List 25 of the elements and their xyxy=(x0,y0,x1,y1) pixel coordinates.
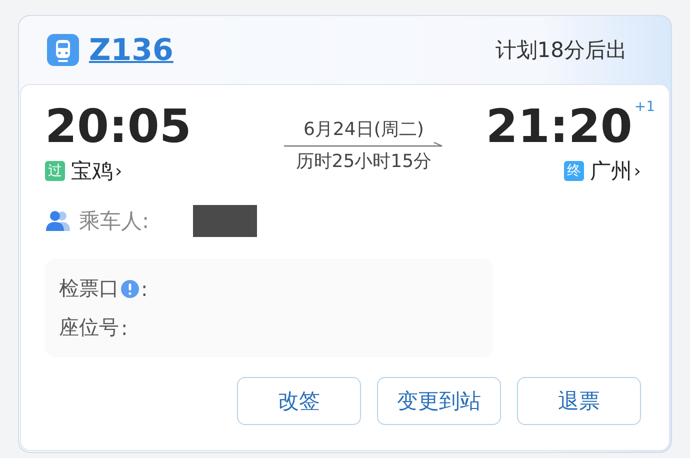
chevron-icon[interactable]: › xyxy=(634,160,641,182)
departure-time: 20:05 xyxy=(45,99,192,153)
redaction-block xyxy=(193,205,257,237)
travel-duration: 历时25小时15分 xyxy=(296,150,432,173)
passenger-label: 乘车人: xyxy=(79,208,150,235)
info-icon[interactable] xyxy=(121,280,139,298)
arrival-time: 21:20 xyxy=(486,99,632,153)
detail-label: 座位号 xyxy=(59,314,119,341)
travel-date: 6月24日(周二) xyxy=(303,118,424,141)
detail-label: 检票口 xyxy=(59,275,119,302)
action-button[interactable]: 变更到站 xyxy=(377,377,501,425)
station-tag: 过 xyxy=(45,161,65,181)
arrival-station[interactable]: 广州 xyxy=(590,157,632,185)
train-icon xyxy=(47,34,79,66)
departure-countdown: 计划18分后出 xyxy=(495,37,627,64)
day-offset: +1 xyxy=(634,99,655,115)
action-button[interactable]: 改签 xyxy=(237,377,361,425)
colon: : xyxy=(121,316,128,340)
action-button[interactable]: 退票 xyxy=(517,377,641,425)
departure-station[interactable]: 宝鸡 xyxy=(71,157,113,185)
chevron-icon[interactable]: › xyxy=(115,160,122,182)
colon: : xyxy=(141,276,148,300)
station-tag: 终 xyxy=(564,161,584,181)
train-number-link[interactable]: Z136 xyxy=(89,32,174,68)
passengers-icon xyxy=(45,210,71,232)
